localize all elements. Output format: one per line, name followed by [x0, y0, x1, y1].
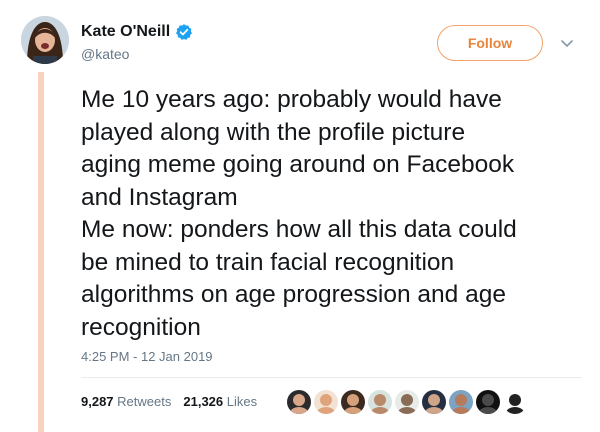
likes-label: Likes [226, 394, 258, 409]
retweets-count: 9,287 [81, 394, 114, 409]
author-avatar[interactable] [21, 16, 69, 64]
liker-avatar[interactable] [287, 390, 311, 414]
tweet-line: Me 10 years ago: probably would have [81, 86, 502, 113]
tweet-stats: 9,287 Retweets 21,326 Likes [81, 394, 257, 409]
liker-avatar[interactable] [503, 390, 527, 414]
tweet-line: Me now: ponders how all this data could [81, 216, 517, 243]
tweet-line: and Instagram [81, 183, 238, 211]
divider [81, 377, 582, 378]
liker-avatar[interactable] [422, 390, 446, 414]
tweet-line: algorithms on age progression and age [81, 281, 506, 308]
likes-stat[interactable]: 21,326 Likes [183, 394, 257, 409]
chevron-down-icon[interactable] [560, 36, 574, 50]
author-name[interactable]: Kate O'Neill [81, 23, 170, 41]
author-handle[interactable]: @kateo [81, 46, 129, 62]
liker-avatars [287, 390, 527, 414]
liker-avatar[interactable] [395, 390, 419, 414]
tweet-line: be mined to train facial recognition [81, 248, 455, 276]
likes-count: 21,326 [183, 394, 224, 409]
verified-badge-icon [175, 23, 193, 41]
tweet-timestamp[interactable]: 4:25 PM - 12 Jan 2019 [81, 349, 213, 364]
thread-rail [38, 72, 44, 432]
liker-avatar[interactable] [476, 390, 500, 414]
tweet-text: Me 10 years ago: probably would have pla… [81, 84, 586, 344]
tweet-line: recognition [81, 313, 201, 341]
liker-avatar[interactable] [341, 390, 365, 414]
follow-button[interactable]: Follow [437, 25, 543, 61]
liker-avatar[interactable] [449, 390, 473, 414]
liker-avatar[interactable] [314, 390, 338, 414]
tweet-line: played along with the profile picture [81, 118, 466, 146]
liker-avatar[interactable] [368, 390, 392, 414]
retweets-label: Retweets [117, 394, 172, 409]
retweets-stat[interactable]: 9,287 Retweets [81, 394, 171, 409]
tweet-line: aging meme going around on Facebook [81, 151, 515, 178]
